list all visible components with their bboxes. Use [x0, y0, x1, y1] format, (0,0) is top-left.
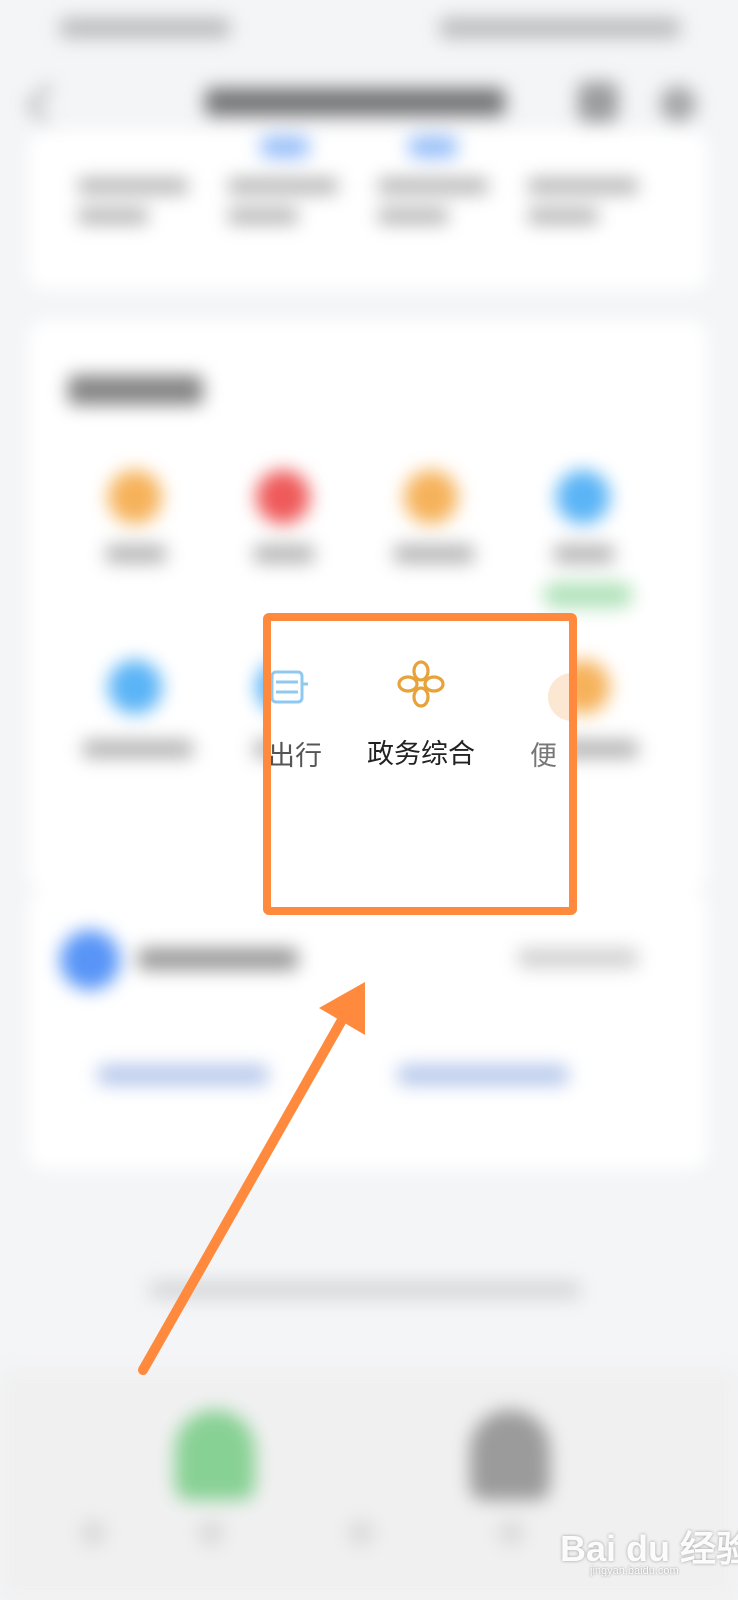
profile-icon[interactable]: [660, 86, 696, 122]
user-card: [28, 890, 708, 1170]
nav-dot-1: [80, 1520, 106, 1546]
top-item-1[interactable]: [78, 178, 198, 248]
nav-dot-3: [348, 1520, 374, 1546]
baidu-watermark: Bai du 经验 jingyan.baidu.com: [560, 1510, 738, 1580]
service-icon-5[interactable]: [108, 660, 162, 714]
service-icon-2[interactable]: [256, 470, 310, 524]
watermark-url: jingyan.baidu.com: [590, 1565, 679, 1577]
user-link-2[interactable]: [398, 1065, 568, 1085]
tab-mine-icon[interactable]: [470, 1410, 550, 1500]
top-dot-2: [408, 136, 458, 158]
top-item-2[interactable]: [228, 178, 348, 248]
service-icon-3[interactable]: [404, 470, 458, 524]
tab-home-icon[interactable]: [175, 1410, 255, 1500]
service-icon-1[interactable]: [108, 470, 162, 524]
service-badge: [543, 582, 633, 608]
user-name: [138, 948, 298, 970]
nav-dot-4: [498, 1520, 524, 1546]
status-left: [60, 18, 230, 38]
user-link-1[interactable]: [98, 1065, 268, 1085]
nav-bar: [0, 70, 738, 130]
service-label-2: [254, 545, 314, 563]
service-label-1: [106, 545, 166, 563]
footer-text: [150, 1282, 580, 1298]
top-dot-1: [260, 136, 310, 158]
top-item-3[interactable]: [378, 178, 498, 248]
highlight-box: [263, 613, 577, 915]
app-screen: 出行 政务综合 便 Bai du 经验 jingyan.baidu.com: [0, 0, 738, 1600]
service-label-3: [394, 545, 474, 563]
service-label-5: [83, 740, 193, 758]
status-right: [440, 18, 680, 38]
service-label-4: [554, 545, 614, 563]
top-card: [28, 130, 708, 290]
nav-title: [205, 88, 505, 116]
user-right-text[interactable]: [518, 948, 638, 968]
section-title: [68, 375, 203, 405]
avatar[interactable]: [60, 930, 120, 990]
more-icon[interactable]: [578, 82, 618, 122]
back-icon[interactable]: [26, 83, 67, 124]
nav-dot-2: [198, 1520, 224, 1546]
status-bar: [50, 10, 690, 46]
service-icon-4[interactable]: [556, 470, 610, 524]
top-item-4[interactable]: [528, 178, 648, 248]
